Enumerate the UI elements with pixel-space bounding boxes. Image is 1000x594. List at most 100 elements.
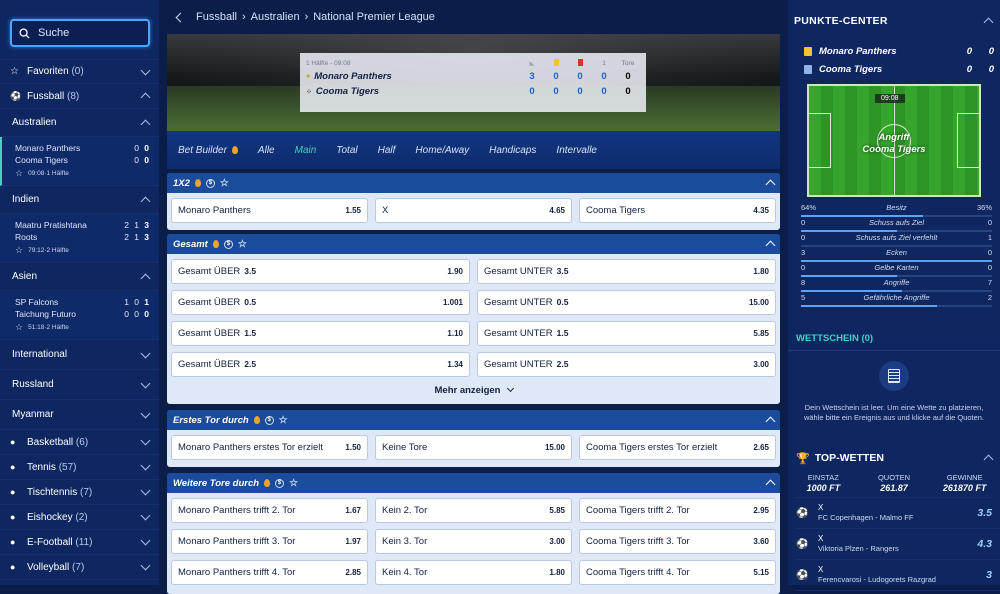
star-icon[interactable]: ☆	[15, 322, 23, 333]
search-input[interactable]	[38, 27, 138, 39]
odds-button[interactable]: Kein 3. Tor 3.00	[375, 529, 572, 554]
away-team: Roots	[15, 232, 38, 242]
back-arrow-icon[interactable]	[175, 12, 186, 22]
star-icon[interactable]: ☆	[220, 178, 229, 189]
breadcrumb-region[interactable]: Australien	[251, 11, 300, 23]
market-header[interactable]: 1X2 $ ☆	[167, 173, 780, 193]
tab-home-away[interactable]: Home/Away	[415, 145, 469, 156]
odds-button[interactable]: Cooma Tigers trifft 2. Tor 2.95	[579, 498, 776, 523]
flame-icon	[264, 479, 271, 487]
market-header[interactable]: Gesamt $ ☆	[167, 234, 780, 254]
star-icon[interactable]: ☆	[238, 239, 247, 250]
top-wetten-header[interactable]: 🏆 TOP-WETTEN	[788, 447, 1000, 469]
odds-button[interactable]: Gesamt ÜBER 2.5 1.34	[171, 352, 470, 377]
market-header[interactable]: Weitere Tore durch $ ☆	[167, 473, 780, 493]
odds-button[interactable]: Gesamt ÜBER 3.5 1.90	[171, 259, 470, 284]
team-name: Cooma Tigers	[819, 63, 883, 75]
volleyball-icon: ●	[10, 561, 16, 572]
sidebar-item-label: Volleyball	[27, 561, 70, 573]
scoreboard: 1 Hälfte - 09:08 ◣ 1 Tore ● Monaro Panthe…	[300, 53, 646, 112]
region-russland[interactable]: Russland	[0, 370, 159, 400]
tab-main[interactable]: Main	[295, 145, 317, 156]
home-team: SP Falcons	[15, 297, 59, 307]
tab-bet-builder[interactable]: Bet Builder	[178, 145, 238, 156]
odds-button[interactable]: Gesamt UNTER 1.5 5.85	[477, 321, 776, 346]
odds-button[interactable]: Cooma Tigers trifft 3. Tor 3.60	[579, 529, 776, 554]
breadcrumb-league[interactable]: National Premier League	[313, 11, 435, 23]
live-field: 09:08 Angriff Cooma Tigers	[807, 84, 981, 197]
stat-label: Gefährliche Angriffe	[863, 293, 930, 302]
tab-total[interactable]: Total	[336, 145, 357, 156]
odds-value: 1.50	[345, 443, 361, 452]
odds-button[interactable]: Gesamt ÜBER 1.5 1.10	[171, 321, 470, 346]
stat-label: Ecken	[886, 248, 907, 257]
odds-button[interactable]: Monaro Panthers 1.55	[171, 198, 368, 223]
tab-intervalle[interactable]: Intervalle	[556, 145, 597, 156]
odds-button[interactable]: Monaro Panthers trifft 4. Tor 2.85	[171, 560, 368, 585]
match-item[interactable]: Maatru Pratishtana 2 1 3 Roots 2 1 3 ☆ 79:12·2 …	[0, 214, 159, 263]
match-item[interactable]: SP Falcons 1 0 1 Taichung Futuro 0 0 0 ☆ 51:18·…	[0, 291, 159, 340]
star-icon[interactable]: ☆	[15, 168, 23, 179]
match-period: 1 Hälfte - 09:08	[306, 59, 351, 67]
score: 0	[134, 297, 139, 307]
top-bet-item[interactable]: ⚽ X Ferencvarosi - Ludogorets Razgrad 3	[796, 560, 1000, 591]
stat-home: 0	[801, 218, 806, 227]
match-hero: 1 Hälfte - 09:08 ◣ 1 Tore ● Monaro Panthe…	[167, 34, 780, 131]
star-icon[interactable]: ☆	[279, 415, 288, 426]
sidebar-item-efootball[interactable]: ● E-Football (11)	[0, 530, 159, 555]
odds-line: 0.5	[244, 297, 257, 307]
odds-button[interactable]: Keine Tore 15.00	[375, 435, 572, 460]
tab-alle[interactable]: Alle	[258, 145, 275, 156]
sidebar-item-tischtennis[interactable]: ● Tischtennis (7)	[0, 480, 159, 505]
top-bet-item[interactable]: ⚽ X Viktoria Plzen - Rangers 4.3	[796, 529, 1000, 560]
odds-button[interactable]: Gesamt UNTER 0.5 15.00	[477, 290, 776, 315]
odds-button[interactable]: X 4.65	[375, 198, 572, 223]
odds-button[interactable]: Gesamt UNTER 2.5 3.00	[477, 352, 776, 377]
odds-button[interactable]: Gesamt UNTER 3.5 1.80	[477, 259, 776, 284]
odds-value: 3.5	[977, 507, 992, 519]
show-more-button[interactable]: Mehr anzeigen	[171, 379, 776, 401]
odds-button[interactable]: Monaro Panthers trifft 2. Tor 1.67	[171, 498, 368, 523]
odds-button[interactable]: Monaro Panthers trifft 3. Tor 1.97	[171, 529, 368, 554]
sidebar-item-favoriten[interactable]: ☆ Favoriten (0)	[0, 59, 159, 84]
punkte-center-header[interactable]: PUNKTE-CENTER	[788, 0, 1000, 42]
star-icon[interactable]: ☆	[289, 478, 298, 489]
pick: X	[818, 503, 824, 512]
sidebar-item-eishockey[interactable]: ● Eishockey (2)	[0, 505, 159, 530]
pc-team-row: Cooma Tigers 0 0	[788, 60, 1000, 78]
stat-bar	[801, 260, 992, 262]
region-international[interactable]: International	[0, 340, 159, 370]
tab-wettschein[interactable]: WETTSCHEIN (0)	[788, 326, 888, 351]
region-indien[interactable]: Indien	[0, 186, 159, 214]
odds-button[interactable]: Cooma Tigers trifft 4. Tor 5.15	[579, 560, 776, 585]
breadcrumb-sport[interactable]: Fussball	[196, 11, 237, 23]
sidebar-item-fussball[interactable]: ⚽ Fussball (8)	[0, 84, 159, 109]
stat-away: 36%	[976, 203, 992, 212]
tab-half[interactable]: Half	[378, 145, 396, 156]
search-box[interactable]	[10, 19, 150, 47]
region-asien[interactable]: Asien	[0, 263, 159, 291]
region-myanmar[interactable]: Myanmar	[0, 400, 159, 430]
stat-value: 0	[601, 71, 607, 82]
sidebar-item-volleyball[interactable]: ● Volleyball (7)	[0, 555, 159, 580]
match-name: Viktoria Plzen - Rangers	[818, 544, 899, 553]
search-icon	[19, 27, 30, 39]
cashout-icon: $	[205, 178, 215, 188]
odds-button[interactable]: Kein 4. Tor 1.80	[375, 560, 572, 585]
odds-button[interactable]: Gesamt ÜBER 0.5 1.001	[171, 290, 470, 315]
odds-button[interactable]: Cooma Tigers erstes Tor erzielt 2.65	[579, 435, 776, 460]
odds-button[interactable]: Cooma Tigers 4.35	[579, 198, 776, 223]
star-icon[interactable]: ☆	[15, 245, 23, 256]
region-australien[interactable]: Australien	[0, 109, 159, 137]
market-header[interactable]: Erstes Tor durch $ ☆	[167, 410, 780, 430]
odds-button[interactable]: Kein 2. Tor 5.85	[375, 498, 572, 523]
top-bet-item[interactable]: ⚽ X FC Copenhagen - Malmo FF 3.5	[796, 498, 1000, 529]
sidebar-item-tennis[interactable]: ● Tennis (57)	[0, 455, 159, 480]
tab-handicaps[interactable]: Handicaps	[489, 145, 536, 156]
sidebar-item-basketball[interactable]: ● Basketball (6)	[0, 430, 159, 455]
chevron-up-icon	[765, 416, 776, 427]
stat-home: 0	[801, 233, 806, 242]
match-item[interactable]: Monaro Panthers 0 0 Cooma Tigers 0 0 ☆ 09:08·…	[0, 137, 159, 186]
odds-button[interactable]: Monaro Panthers erstes Tor erzielt 1.50	[171, 435, 368, 460]
panel-title: PUNKTE-CENTER	[794, 15, 888, 27]
